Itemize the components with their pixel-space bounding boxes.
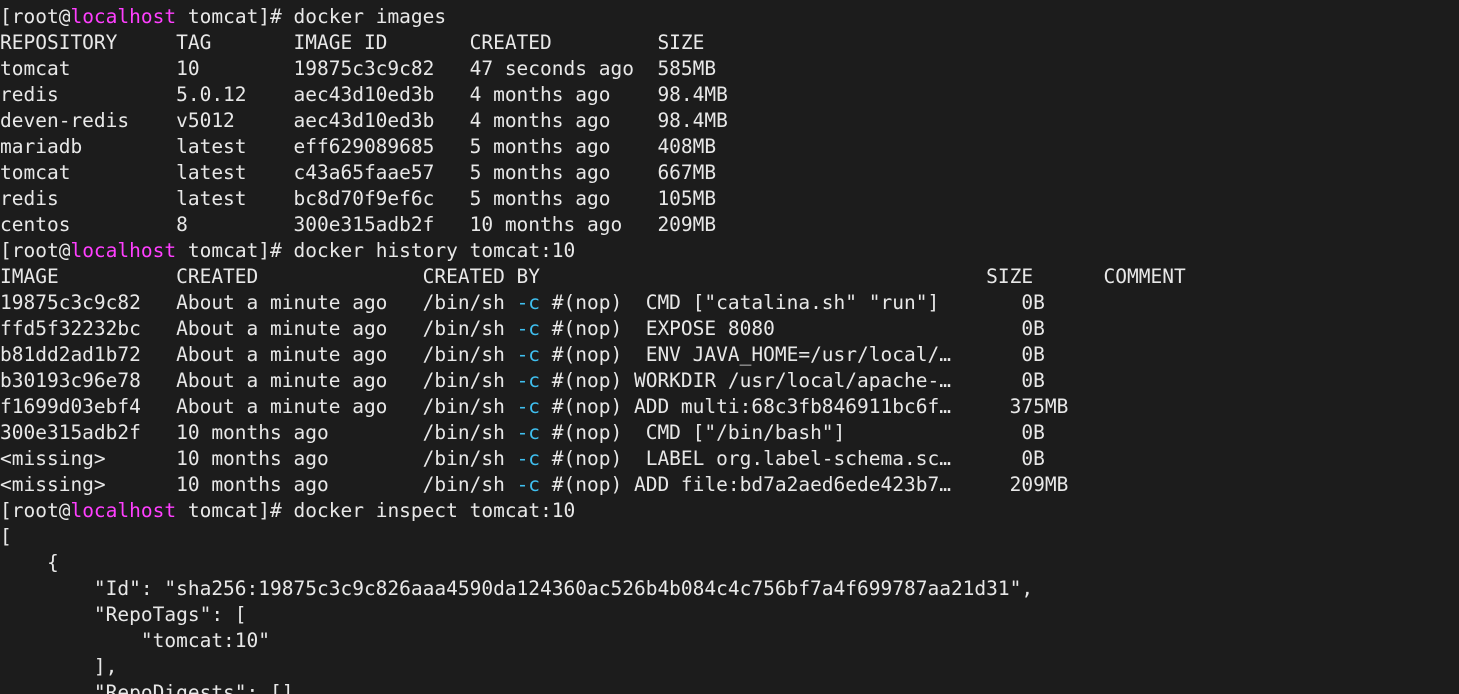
images-row-centos: centos 8 300e315adb2f 10 months ago 209M… — [0, 212, 1459, 238]
clipped-prev-prompt-seg-0: [root@ — [0, 0, 70, 2]
history-row-4-seg-0: b30193c96e78 About a minute ago /bin/sh — [0, 369, 517, 392]
terminal-window[interactable]: [root@localhost tomcat]# docker[root@loc… — [0, 0, 1459, 694]
prompt-docker-images-seg-0: [root@ — [0, 5, 71, 28]
inspect-repotags-close-seg-0: ], — [0, 655, 118, 678]
images-header: REPOSITORY TAG IMAGE ID CREATED SIZE — [0, 30, 1459, 56]
images-row-mariadb: mariadb latest eff629089685 5 months ago… — [0, 134, 1459, 160]
history-row-1: 19875c3c9c82 About a minute ago /bin/sh … — [0, 290, 1459, 316]
images-row-tomcat-10-seg-0: tomcat 10 19875c3c9c82 47 seconds ago 58… — [0, 57, 717, 80]
images-row-redis-5012: redis 5.0.12 aec43d10ed3b 4 months ago 9… — [0, 82, 1459, 108]
history-row-4-seg-1: -c — [516, 369, 541, 392]
history-row-6: 300e315adb2f 10 months ago /bin/sh -c #(… — [0, 420, 1459, 446]
history-row-1-seg-2: #(nop) CMD ["catalina.sh" "run"] 0B — [540, 291, 1045, 314]
history-row-7-seg-0: <missing> 10 months ago /bin/sh — [0, 447, 517, 470]
history-row-2-seg-1: -c — [516, 317, 541, 340]
history-header-seg-0: IMAGE CREATED CREATED BY SIZE COMMENT — [0, 265, 1186, 288]
images-row-deven-redis-seg-0: deven-redis v5012 aec43d10ed3b 4 months … — [0, 109, 728, 132]
prompt-docker-inspect-seg-1: localhost — [70, 499, 177, 522]
history-row-4: b30193c96e78 About a minute ago /bin/sh … — [0, 368, 1459, 394]
history-row-2: ffd5f32232bc About a minute ago /bin/sh … — [0, 316, 1459, 342]
history-row-3-seg-2: #(nop) ENV JAVA_HOME=/usr/local/… 0B — [540, 343, 1045, 366]
history-row-6-seg-2: #(nop) CMD ["/bin/bash"] 0B — [540, 421, 1045, 444]
images-row-redis-latest: redis latest bc8d70f9ef6c 5 months ago 1… — [0, 186, 1459, 212]
history-row-3-seg-0: b81dd2ad1b72 About a minute ago /bin/sh — [0, 343, 517, 366]
inspect-repotags-open: "RepoTags": [ — [0, 602, 1459, 628]
history-header: IMAGE CREATED CREATED BY SIZE COMMENT — [0, 264, 1459, 290]
images-row-tomcat-10: tomcat 10 19875c3c9c82 47 seconds ago 58… — [0, 56, 1459, 82]
history-row-3-seg-1: -c — [516, 343, 541, 366]
prompt-docker-history-seg-1: localhost — [70, 239, 177, 262]
inspect-open-bracket-seg-0: [ — [0, 525, 12, 548]
clipped-prev-prompt-seg-1: localhost — [70, 0, 176, 2]
inspect-open-brace-seg-0: { — [0, 551, 59, 574]
inspect-open-bracket: [ — [0, 524, 1459, 550]
images-row-centos-seg-0: centos 8 300e315adb2f 10 months ago 209M… — [0, 213, 717, 236]
history-row-4-seg-2: #(nop) WORKDIR /usr/local/apache-… 0B — [540, 369, 1045, 392]
prompt-docker-inspect-seg-0: [root@ — [0, 499, 71, 522]
prompt-docker-images-seg-1: localhost — [70, 5, 177, 28]
inspect-repodigests-seg-0: "RepoDigests": [] — [0, 681, 294, 694]
inspect-repotags-value: "tomcat:10" — [0, 628, 1459, 654]
prompt-docker-history: [root@localhost tomcat]# docker history … — [0, 238, 1459, 264]
history-row-1-seg-0: 19875c3c9c82 About a minute ago /bin/sh — [0, 291, 517, 314]
history-row-6-seg-1: -c — [516, 421, 541, 444]
prompt-docker-images: [root@localhost tomcat]# docker images — [0, 4, 1459, 30]
history-row-8-seg-1: -c — [516, 473, 541, 496]
history-row-2-seg-2: #(nop) EXPOSE 8080 0B — [540, 317, 1045, 340]
history-row-7: <missing> 10 months ago /bin/sh -c #(nop… — [0, 446, 1459, 472]
terminal-screen: [root@localhost tomcat]# docker[root@loc… — [0, 0, 1459, 694]
images-row-redis-5012-seg-0: redis 5.0.12 aec43d10ed3b 4 months ago 9… — [0, 83, 728, 106]
history-row-3: b81dd2ad1b72 About a minute ago /bin/sh … — [0, 342, 1459, 368]
history-row-2-seg-0: ffd5f32232bc About a minute ago /bin/sh — [0, 317, 517, 340]
prompt-docker-inspect: [root@localhost tomcat]# docker inspect … — [0, 498, 1459, 524]
prompt-docker-images-seg-2: tomcat]# docker images — [176, 5, 447, 28]
inspect-repotags-value-seg-0: "tomcat:10" — [0, 629, 271, 652]
images-row-tomcat-latest-seg-0: tomcat latest c43a65faae57 5 months ago … — [0, 161, 717, 184]
history-row-1-seg-1: -c — [516, 291, 541, 314]
inspect-repotags-close: ], — [0, 654, 1459, 680]
inspect-open-brace: { — [0, 550, 1459, 576]
images-row-mariadb-seg-0: mariadb latest eff629089685 5 months ago… — [0, 135, 717, 158]
images-row-tomcat-latest: tomcat latest c43a65faae57 5 months ago … — [0, 160, 1459, 186]
images-row-redis-latest-seg-0: redis latest bc8d70f9ef6c 5 months ago 1… — [0, 187, 717, 210]
history-row-5-seg-0: f1699d03ebf4 About a minute ago /bin/sh — [0, 395, 517, 418]
history-row-7-seg-2: #(nop) LABEL org.label-schema.sc… 0B — [540, 447, 1045, 470]
history-row-7-seg-1: -c — [516, 447, 541, 470]
prompt-docker-history-seg-2: tomcat]# docker history tomcat:10 — [176, 239, 576, 262]
history-row-8: <missing> 10 months ago /bin/sh -c #(nop… — [0, 472, 1459, 498]
inspect-id-seg-0: "Id": "sha256:19875c3c9c826aaa4590da1243… — [0, 577, 1034, 600]
history-row-6-seg-0: 300e315adb2f 10 months ago /bin/sh — [0, 421, 517, 444]
history-row-5-seg-2: #(nop) ADD multi:68c3fb846911bc6f… 375MB — [540, 395, 1069, 418]
clipped-prev-prompt-seg-2: tomcat]# docker — [176, 0, 364, 2]
history-row-5: f1699d03ebf4 About a minute ago /bin/sh … — [0, 394, 1459, 420]
history-row-8-seg-0: <missing> 10 months ago /bin/sh — [0, 473, 517, 496]
inspect-repodigests: "RepoDigests": [] — [0, 680, 1459, 694]
history-row-8-seg-2: #(nop) ADD file:bd7a2aed6ede423b7… 209MB — [540, 473, 1069, 496]
images-header-seg-0: REPOSITORY TAG IMAGE ID CREATED SIZE — [0, 31, 705, 54]
images-row-deven-redis: deven-redis v5012 aec43d10ed3b 4 months … — [0, 108, 1459, 134]
prompt-docker-history-seg-0: [root@ — [0, 239, 71, 262]
history-row-5-seg-1: -c — [516, 395, 541, 418]
inspect-id: "Id": "sha256:19875c3c9c826aaa4590da1243… — [0, 576, 1459, 602]
prompt-docker-inspect-seg-2: tomcat]# docker inspect tomcat:10 — [176, 499, 576, 522]
inspect-repotags-open-seg-0: "RepoTags": [ — [0, 603, 247, 626]
